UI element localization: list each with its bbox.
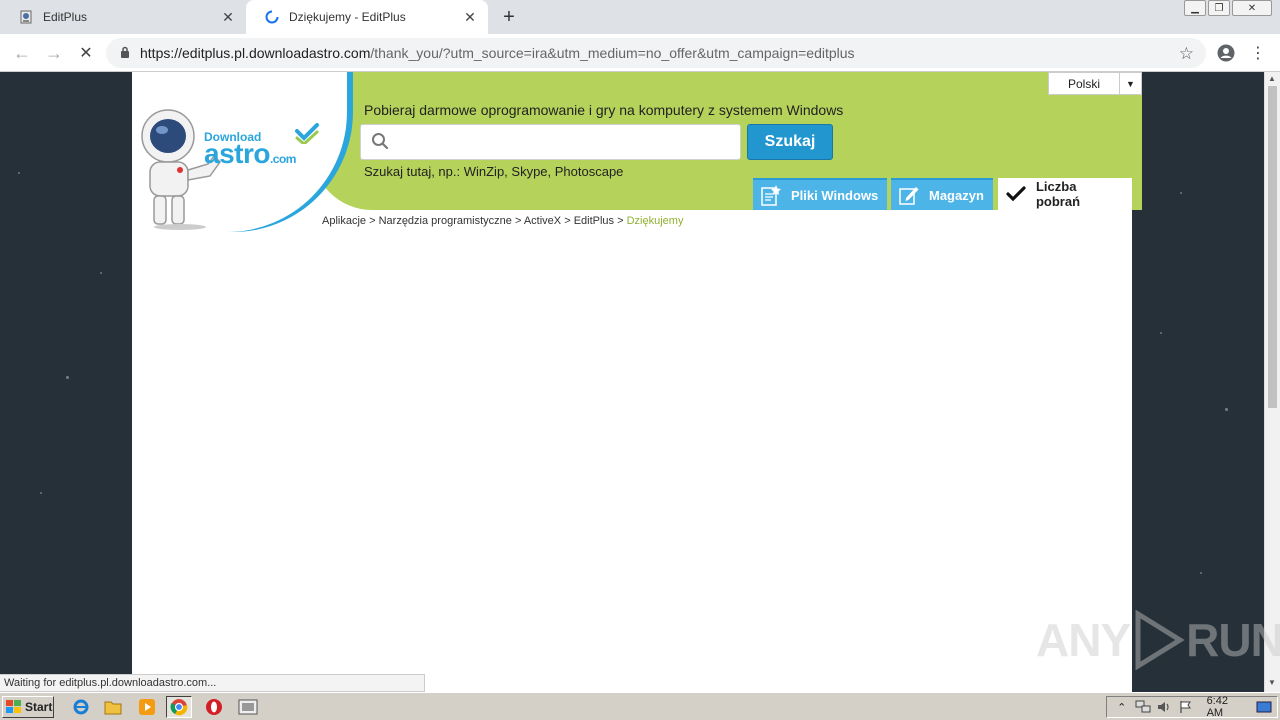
chrome-icon[interactable] xyxy=(166,696,192,718)
minimize-icon[interactable]: ▁ xyxy=(1184,0,1206,16)
breadcrumb-separator: > xyxy=(564,215,571,227)
watermark-run: RUN xyxy=(1186,614,1280,666)
forward-arrow-icon[interactable]: → xyxy=(42,41,66,65)
nav-tab-label: Pliki Windows xyxy=(791,187,879,203)
windows-logo-icon xyxy=(6,700,21,713)
close-tab-icon[interactable]: ✕ xyxy=(462,9,478,25)
anyrun-watermark: ANY RUN xyxy=(1036,610,1280,670)
show-desktop-icon[interactable] xyxy=(1256,699,1273,715)
file-star-icon xyxy=(759,183,783,207)
editplus-favicon-icon xyxy=(18,9,34,25)
scroll-up-icon[interactable]: ▲ xyxy=(1268,74,1276,83)
watermark-any: ANY xyxy=(1036,614,1131,666)
profile-icon[interactable] xyxy=(1216,43,1236,63)
url-text: https://editplus.pl.downloadastro.com/th… xyxy=(140,45,855,61)
status-bubble: Waiting for editplus.pl.downloadastro.co… xyxy=(0,674,425,692)
close-window-icon[interactable]: ✕ xyxy=(1232,0,1272,16)
internet-explorer-icon[interactable] xyxy=(68,696,94,718)
tray-expand-icon[interactable]: ⌃ xyxy=(1113,699,1130,715)
site-tagline: Pobieraj darmowe oprogramowanie i gry na… xyxy=(364,102,844,118)
loading-spinner-icon xyxy=(264,9,280,25)
stop-loading-icon[interactable]: ✕ xyxy=(74,41,98,65)
checkmark-icon xyxy=(1004,182,1028,206)
breadcrumb-separator: > xyxy=(369,215,376,227)
chevron-down-icon: ▼ xyxy=(1119,73,1141,94)
breadcrumb-link[interactable]: Narzędzia programistyczne xyxy=(379,215,512,227)
media-player-icon[interactable] xyxy=(134,696,160,718)
logo-checkmark-icon xyxy=(295,123,319,144)
bookmark-star-icon[interactable]: ☆ xyxy=(1179,44,1194,64)
start-label: Start xyxy=(25,700,53,714)
window-controls: ▁ ❐ ✕ xyxy=(1182,0,1272,20)
action-center-flag-icon[interactable] xyxy=(1177,699,1194,715)
search-hint: Szukaj tutaj, np.: WinZip, Skype, Photos… xyxy=(364,164,624,179)
breadcrumb-separator: > xyxy=(617,215,624,227)
search-field[interactable] xyxy=(360,124,741,160)
site-logo[interactable]: Download astro.com xyxy=(132,72,347,232)
start-button[interactable]: Start xyxy=(2,696,54,718)
windows-taskbar: Start ⌃ 6:42 AM xyxy=(0,692,1280,720)
page-viewport: Download astro.com Pobieraj darmowe opro… xyxy=(0,72,1264,692)
app-window-icon[interactable] xyxy=(235,696,261,718)
search-icon xyxy=(371,132,389,153)
new-tab-button[interactable]: + xyxy=(498,6,520,28)
logo-astro-word: astro xyxy=(204,138,270,169)
play-triangle-icon xyxy=(1135,610,1185,670)
breadcrumb-link[interactable]: EditPlus xyxy=(574,215,614,227)
menu-kebab-icon[interactable]: ⋮ xyxy=(1248,43,1268,63)
nav-tab-pliki-windows[interactable]: Pliki Windows xyxy=(753,178,887,210)
network-icon[interactable] xyxy=(1134,699,1151,715)
scroll-down-icon[interactable]: ▼ xyxy=(1268,678,1276,687)
taskbar-clock[interactable]: 6:42 AM xyxy=(1207,695,1246,719)
back-arrow-icon[interactable]: ← xyxy=(10,41,34,65)
search-input[interactable] xyxy=(397,127,740,157)
breadcrumb-link[interactable]: Aplikacje xyxy=(322,215,366,227)
nav-tab-liczba-pobran[interactable]: Liczba pobrań xyxy=(998,178,1132,210)
url-host: https://editplus.pl.downloadastro.com xyxy=(140,45,371,61)
breadcrumb-separator: > xyxy=(514,215,522,227)
tab-title: Dziękujemy - EditPlus xyxy=(289,10,406,24)
opera-icon[interactable] xyxy=(201,696,227,718)
nav-tab-label: Magazyn xyxy=(929,187,984,203)
system-tray: ⌃ 6:42 AM xyxy=(1106,695,1278,719)
volume-icon[interactable] xyxy=(1156,699,1173,715)
breadcrumb: Aplikacje > Narzędzia programistyczne > … xyxy=(322,215,683,227)
site-container: Download astro.com Pobieraj darmowe opro… xyxy=(132,72,1142,692)
logo-astro-text: astro.com xyxy=(204,138,296,170)
tab-strip: EditPlus ✕ Dziękujemy - EditPlus ✕ + ▁ ❐… xyxy=(0,0,1280,34)
browser-toolbar: ← → ✕ https://editplus.pl.downloadastro.… xyxy=(0,34,1280,72)
language-value: Polski xyxy=(1067,76,1100,91)
edit-pencil-icon xyxy=(897,183,921,207)
nav-tab-label: Liczba pobrań xyxy=(1035,179,1081,209)
lock-icon xyxy=(120,46,130,61)
folder-icon[interactable] xyxy=(100,696,126,718)
address-bar[interactable]: https://editplus.pl.downloadastro.com/th… xyxy=(106,38,1206,68)
scrollbar-thumb[interactable] xyxy=(1268,86,1277,408)
tab-dziekujemy[interactable]: Dziękujemy - EditPlus ✕ xyxy=(246,0,488,34)
page-scrollbar[interactable]: ▲ ▼ xyxy=(1264,72,1280,692)
restore-icon[interactable]: ❐ xyxy=(1208,0,1230,16)
search-button[interactable]: Szukaj xyxy=(747,124,833,160)
breadcrumb-current: Dziękujemy xyxy=(626,215,684,227)
nav-tab-magazyn[interactable]: Magazyn xyxy=(891,178,993,210)
url-path: /thank_you/?utm_source=ira&utm_medium=no… xyxy=(370,45,855,61)
breadcrumb-link[interactable]: ActiveX xyxy=(524,215,561,227)
tab-title: EditPlus xyxy=(43,10,88,24)
tab-editplus[interactable]: EditPlus ✕ xyxy=(0,0,246,34)
close-tab-icon[interactable]: ✕ xyxy=(220,9,236,25)
logo-tld: .com xyxy=(269,152,297,166)
language-select[interactable]: Polski ▼ xyxy=(1048,72,1142,95)
